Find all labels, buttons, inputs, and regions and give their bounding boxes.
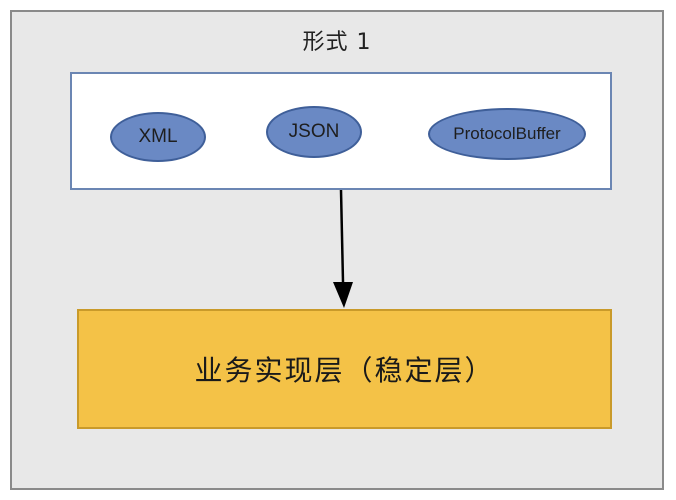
format-json-node: JSON	[266, 106, 362, 158]
format-xml-node: XML	[110, 112, 206, 162]
format-container: XML JSON ProtocolBuffer	[70, 72, 612, 190]
format-protocolbuffer-node: ProtocolBuffer	[428, 108, 586, 160]
business-layer-box: 业务实现层（稳定层）	[77, 309, 612, 429]
frame-title: 形式 1	[302, 30, 372, 55]
